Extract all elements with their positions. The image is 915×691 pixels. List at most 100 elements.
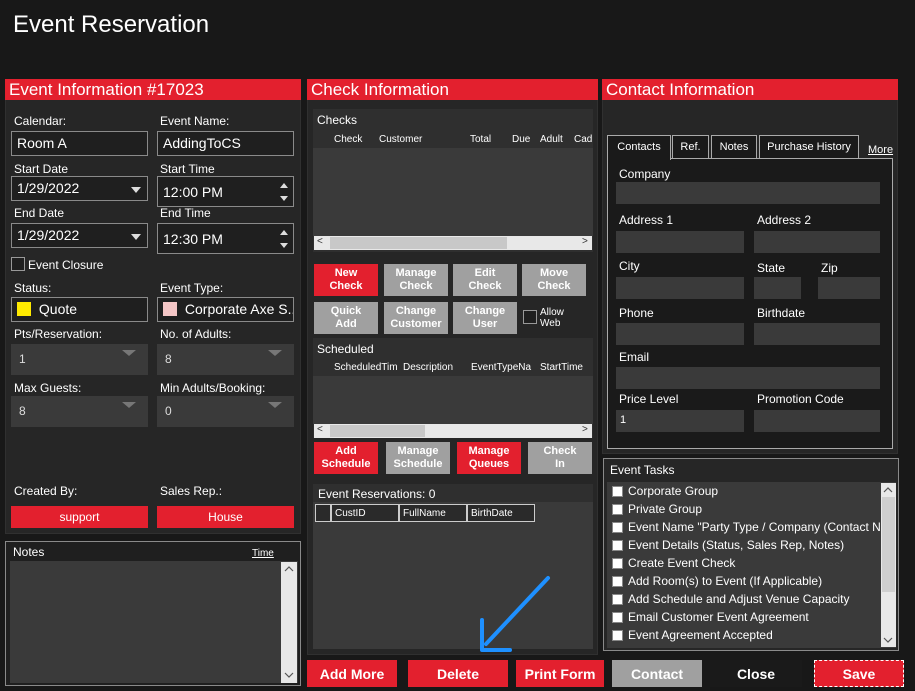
- task-checkbox[interactable]: [612, 485, 623, 497]
- res-col-fullname[interactable]: FullName: [399, 504, 467, 522]
- event-task-item[interactable]: Private Group: [607, 500, 896, 518]
- task-checkbox[interactable]: [612, 539, 623, 551]
- task-checkbox[interactable]: [612, 503, 623, 515]
- event-task-item[interactable]: Corporate Group: [607, 482, 896, 500]
- scroll-up-icon[interactable]: [283, 565, 295, 573]
- checks-col-check[interactable]: Check: [334, 134, 362, 145]
- address2-input[interactable]: [754, 231, 880, 253]
- change-user-button[interactable]: Change User: [453, 302, 517, 334]
- start-date-picker[interactable]: 1/29/2022: [11, 176, 148, 201]
- end-time-input[interactable]: 12:30 PM: [157, 223, 294, 254]
- tasks-scroll-thumb[interactable]: [882, 497, 895, 592]
- task-checkbox[interactable]: [612, 557, 623, 569]
- company-input[interactable]: [616, 182, 880, 204]
- zip-input[interactable]: [818, 277, 880, 299]
- state-input[interactable]: [754, 277, 801, 299]
- checks-col-adult[interactable]: Adult: [540, 134, 563, 145]
- scroll-left-icon[interactable]: <: [317, 424, 323, 435]
- spinner-icon[interactable]: [279, 227, 289, 251]
- allow-web-checkbox[interactable]: [523, 310, 537, 324]
- scroll-down-icon[interactable]: [283, 671, 295, 679]
- scroll-down-icon[interactable]: [882, 636, 894, 644]
- res-col-birthdate[interactable]: BirthDate: [467, 504, 535, 522]
- calendar-field[interactable]: Room A: [11, 131, 148, 156]
- task-checkbox[interactable]: [612, 575, 623, 587]
- event-task-item[interactable]: Email Customer Event Agreement: [607, 608, 896, 626]
- scheduled-hscroll-thumb[interactable]: [330, 425, 425, 437]
- event-tasks-list[interactable]: Corporate Group Private Group Event Name "…: [607, 482, 896, 648]
- checks-hscroll-thumb[interactable]: [330, 237, 507, 249]
- max-guests-dropdown[interactable]: 8: [11, 396, 148, 427]
- birthdate-input[interactable]: [754, 323, 880, 345]
- checks-col-customer[interactable]: Customer: [379, 134, 422, 145]
- save-button[interactable]: Save: [814, 660, 904, 687]
- task-checkbox[interactable]: [612, 521, 623, 533]
- price-level-input[interactable]: 1: [616, 410, 744, 432]
- sales-rep-button[interactable]: House: [157, 506, 294, 528]
- contact-button[interactable]: Contact: [612, 660, 702, 687]
- add-schedule-button[interactable]: Add Schedule: [314, 442, 378, 474]
- notes-textarea[interactable]: [10, 561, 298, 683]
- manage-check-button[interactable]: Manage Check: [384, 264, 448, 296]
- event-task-item[interactable]: Event Name "Party Type / Company (Contac…: [607, 518, 896, 536]
- change-customer-button[interactable]: Change Customer: [384, 302, 448, 334]
- event-task-item[interactable]: Add Room(s) to Event (If Applicable): [607, 572, 896, 590]
- move-check-button[interactable]: Move Check: [522, 264, 586, 296]
- scroll-up-icon[interactable]: [882, 486, 894, 494]
- checks-col-due[interactable]: Due: [512, 134, 530, 145]
- sched-col-starttime[interactable]: StartTime: [540, 362, 583, 373]
- tab-purchase-history[interactable]: Purchase History: [759, 135, 859, 159]
- task-checkbox[interactable]: [612, 629, 623, 641]
- new-check-button[interactable]: New Check: [314, 264, 378, 296]
- event-closure-checkbox[interactable]: [11, 257, 25, 271]
- manage-queues-button[interactable]: Manage Queues: [457, 442, 521, 474]
- print-form-button[interactable]: Print Form: [516, 660, 604, 687]
- spinner-icon[interactable]: [279, 180, 289, 204]
- check-in-button[interactable]: Check In: [528, 442, 592, 474]
- delete-button[interactable]: Delete: [408, 660, 508, 687]
- tab-ref[interactable]: Ref.: [672, 135, 709, 159]
- checks-col-total[interactable]: Total: [470, 134, 491, 145]
- status-select[interactable]: Quote: [11, 297, 148, 322]
- close-button[interactable]: Close: [710, 660, 802, 687]
- sched-col-time[interactable]: ScheduledTim: [334, 362, 398, 373]
- sched-col-description[interactable]: Description: [403, 362, 453, 373]
- created-by-button[interactable]: support: [11, 506, 148, 528]
- res-col-custid[interactable]: CustID: [331, 504, 399, 522]
- min-adults-dropdown[interactable]: 0: [157, 396, 294, 427]
- end-time-value: 12:30 PM: [163, 231, 223, 247]
- quick-add-button[interactable]: Quick Add: [314, 302, 378, 334]
- email-input[interactable]: [616, 367, 880, 389]
- event-task-item[interactable]: Create Event Check: [607, 554, 896, 572]
- address1-input[interactable]: [616, 231, 744, 253]
- chevron-down-icon: [268, 350, 282, 356]
- sched-col-eventtype[interactable]: EventTypeNa: [471, 362, 531, 373]
- task-checkbox[interactable]: [612, 593, 623, 605]
- event-type-select[interactable]: Corporate Axe S...: [157, 297, 294, 322]
- scroll-left-icon[interactable]: <: [317, 236, 323, 247]
- pts-dropdown[interactable]: 1: [11, 344, 148, 375]
- add-more-button[interactable]: Add More: [307, 660, 397, 687]
- city-input[interactable]: [616, 277, 744, 299]
- scroll-right-icon[interactable]: >: [582, 424, 588, 435]
- task-checkbox[interactable]: [612, 611, 623, 623]
- notes-time-link[interactable]: Time: [252, 548, 274, 559]
- event-task-item[interactable]: Event Agreement Accepted: [607, 626, 896, 644]
- event-name-input[interactable]: AddingToCS: [157, 131, 294, 156]
- more-link[interactable]: More: [868, 144, 893, 156]
- end-date-picker[interactable]: 1/29/2022: [11, 223, 148, 248]
- start-time-input[interactable]: 12:00 PM: [157, 176, 294, 207]
- phone-input[interactable]: [616, 323, 744, 345]
- checks-col-cad[interactable]: Cad: [574, 134, 592, 145]
- tab-contacts[interactable]: Contacts: [607, 135, 671, 160]
- promo-input[interactable]: [754, 410, 880, 432]
- scroll-right-icon[interactable]: >: [582, 236, 588, 247]
- event-task-item[interactable]: Add Schedule and Adjust Venue Capacity: [607, 590, 896, 608]
- adults-dropdown[interactable]: 8: [157, 344, 294, 375]
- edit-check-button[interactable]: Edit Check: [453, 264, 517, 296]
- event-task-item[interactable]: Event Details (Status, Sales Rep, Notes): [607, 536, 896, 554]
- state-label: State: [757, 261, 786, 275]
- manage-schedule-button[interactable]: Manage Schedule: [386, 442, 450, 474]
- notes-scrollbar[interactable]: [281, 562, 297, 683]
- tab-notes[interactable]: Notes: [711, 135, 757, 159]
